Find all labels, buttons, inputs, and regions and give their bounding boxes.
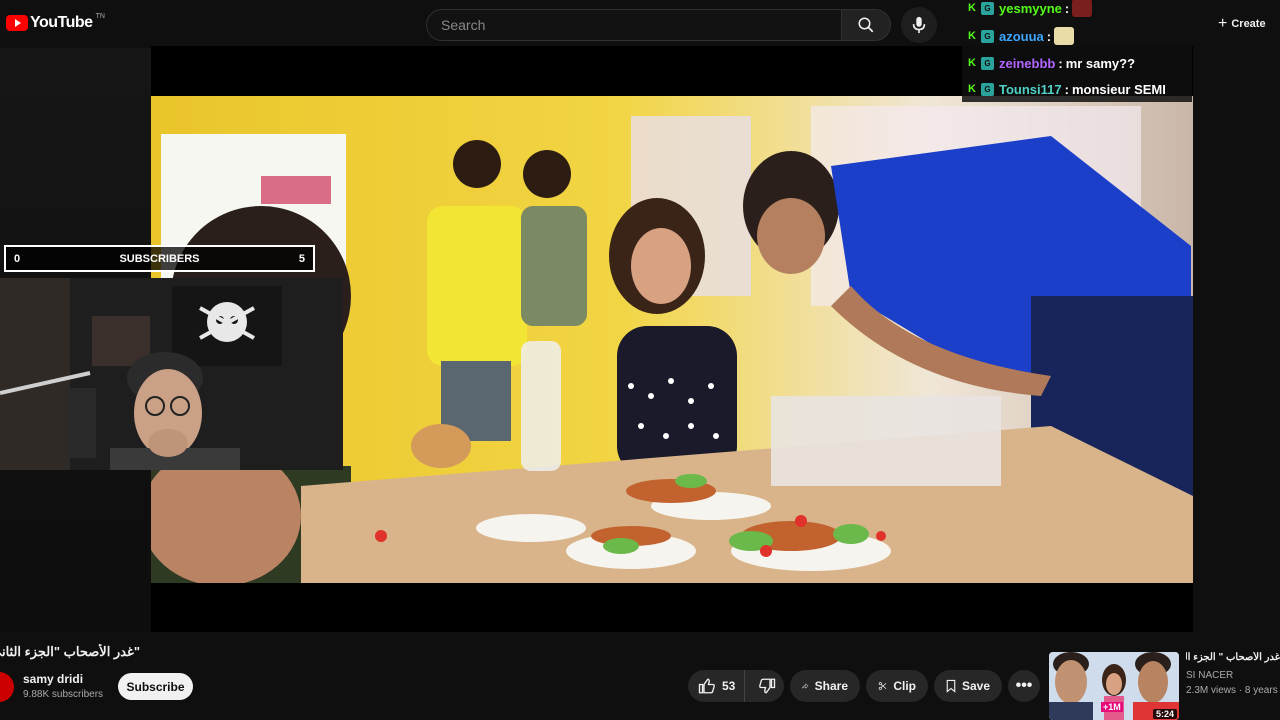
recommended-video-channel[interactable]: SI NACER xyxy=(1186,670,1233,681)
share-icon xyxy=(802,683,809,690)
bookmark-icon xyxy=(946,679,956,693)
dislike-button[interactable] xyxy=(751,670,784,702)
chat-username[interactable]: azouua xyxy=(999,29,1044,44)
chat-message: K G zeinebbb : mr samy?? xyxy=(968,53,1135,73)
streamer-webcam xyxy=(0,278,343,470)
like-button[interactable]: 53 xyxy=(688,670,745,702)
search-input[interactable] xyxy=(426,9,842,41)
logo-text: YouTube xyxy=(30,14,93,31)
more-horizontal-icon: ••• xyxy=(1015,677,1033,694)
create-button[interactable]: + Create xyxy=(1218,12,1266,36)
subscribe-button[interactable]: Subscribe xyxy=(118,673,193,700)
share-button[interactable]: Share xyxy=(790,670,860,702)
youtube-logo[interactable]: YouTube TN xyxy=(6,12,105,32)
thumbs-up-icon xyxy=(698,678,715,694)
page: YouTube TN + Create xyxy=(0,0,1280,720)
recommended-video-meta: 2.3M views · 8 years ago xyxy=(1186,685,1280,696)
subscriber-goal-current: 0 xyxy=(14,252,21,265)
kick-badge-icon: K xyxy=(968,30,976,42)
emote-icon xyxy=(1054,27,1075,45)
video-title: "غدر الأصحاب "الجزء الثاني xyxy=(0,644,140,659)
scissors-icon xyxy=(878,682,887,690)
subscriber-badge-icon: G xyxy=(981,1,994,15)
kick-badge-icon: K xyxy=(968,2,976,14)
like-dislike-group: 53 xyxy=(688,670,784,702)
mic-icon xyxy=(912,16,926,34)
live-chat-overlay: K G yesmyyne : K G azouua : K G zeinebbb… xyxy=(962,0,1192,102)
create-label: Create xyxy=(1231,18,1266,30)
kick-badge-icon: K xyxy=(968,57,976,69)
subscriber-badge-icon: G xyxy=(981,82,994,96)
chat-message: K G yesmyyne : xyxy=(968,0,1093,18)
chat-separator: : xyxy=(1058,55,1063,71)
like-count: 53 xyxy=(722,679,736,693)
channel-name[interactable]: samy dridi xyxy=(23,672,83,686)
logo-trademark: TN xyxy=(95,12,105,20)
more-actions-button[interactable]: ••• xyxy=(1008,670,1040,702)
plus-icon: + xyxy=(1218,15,1228,32)
clip-button[interactable]: Clip xyxy=(866,670,928,702)
chat-message-text: mr samy?? xyxy=(1065,55,1136,71)
save-label: Save xyxy=(961,679,990,693)
emote-icon xyxy=(1072,0,1093,17)
thumbs-down-icon xyxy=(759,678,776,694)
subscriber-badge-icon: G xyxy=(981,56,994,70)
subscriber-goal-target: 5 xyxy=(298,252,305,265)
chat-message-text: monsieur SEMI xyxy=(1071,81,1166,97)
save-button[interactable]: Save xyxy=(934,670,1002,702)
chat-separator: : xyxy=(1046,28,1052,44)
recommended-video-thumbnail[interactable]: +1M 5:24 xyxy=(1049,652,1179,720)
chat-message: K G Tounsi117 : monsieur SEMI xyxy=(968,79,1166,99)
webcam-scene xyxy=(0,278,343,470)
youtube-play-icon xyxy=(6,15,28,31)
search-button[interactable] xyxy=(841,9,891,41)
subscriber-goal-label: SUBSCRIBERS xyxy=(119,252,200,265)
chat-message: K G azouua : xyxy=(968,26,1075,46)
thumbnail-badge: +1M xyxy=(1101,702,1123,712)
subscriber-badge-icon: G xyxy=(981,29,994,43)
channel-subscriber-count: 9.88K subscribers xyxy=(23,689,104,700)
video-duration: 5:24 xyxy=(1152,709,1177,719)
search-icon xyxy=(858,17,874,33)
kick-badge-icon: K xyxy=(968,83,976,95)
chat-username[interactable]: yesmyyne xyxy=(999,1,1062,16)
voice-search-button[interactable] xyxy=(901,7,937,43)
chat-username[interactable]: Tounsi117 xyxy=(999,82,1062,97)
subscriber-goal-bar: 0 SUBSCRIBERS 5 xyxy=(4,245,315,272)
chat-separator: : xyxy=(1064,81,1069,97)
clip-label: Clip xyxy=(893,679,916,693)
chat-username[interactable]: zeinebbb xyxy=(999,56,1055,71)
share-label: Share xyxy=(814,679,848,693)
recommended-video-title[interactable]: غدر الأصحاب " الجزء الثاني" xyxy=(1186,652,1280,663)
chat-separator: : xyxy=(1064,0,1070,16)
channel-avatar[interactable] xyxy=(0,672,14,702)
